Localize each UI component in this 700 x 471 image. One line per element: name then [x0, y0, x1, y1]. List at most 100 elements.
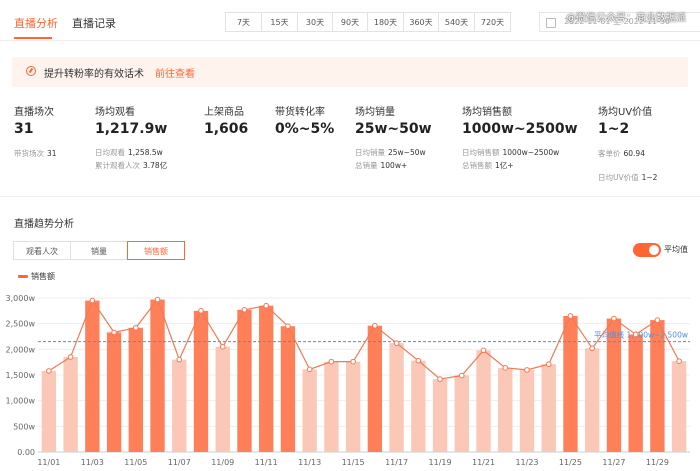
calendar-icon — [546, 18, 556, 28]
trend-point — [89, 297, 96, 304]
trend-point — [67, 354, 74, 360]
trend-point — [241, 307, 248, 313]
metric-sub-daily-views: 日均观看 1,258.5w — [95, 148, 163, 157]
trend-point — [393, 340, 400, 346]
bar — [106, 332, 122, 452]
trend-point — [111, 329, 117, 336]
range-540d-button[interactable]: 540天 — [438, 12, 475, 32]
bar — [85, 300, 100, 452]
y-tick-label: 0.00 — [17, 448, 35, 457]
tab-live-analysis[interactable]: 直播分析 — [14, 15, 58, 31]
bar — [41, 370, 57, 452]
bar — [389, 343, 404, 452]
section-divider — [0, 196, 700, 197]
y-tick-label: 2,000w — [6, 345, 36, 354]
average-toggle[interactable] — [633, 243, 661, 257]
tip-text: 提升转粉率的有效话术 — [44, 69, 144, 80]
legend-swatch — [18, 275, 28, 278]
bar — [345, 361, 361, 452]
y-tick-label: 1,000w — [6, 397, 36, 406]
range-360d-button[interactable]: 360天 — [403, 12, 439, 32]
bar — [671, 361, 687, 452]
date-range-buttons: 7天 15天 30天 90天 180天 360天 540天 720天 — [225, 12, 511, 32]
segment-revenue[interactable]: 销售额 — [127, 241, 185, 260]
trend-line — [48, 298, 680, 380]
bar — [498, 367, 513, 452]
trend-point — [676, 358, 682, 364]
bars — [41, 299, 687, 452]
y-axis: 0.00 500w 1,000w 1,500w 2,000w 2,500w 3,000w — [6, 294, 36, 457]
y-tick-label: 500w — [13, 422, 35, 431]
metric-value-uv-value: 1~2 — [598, 121, 630, 137]
bar — [150, 299, 165, 452]
trend-point — [133, 324, 139, 331]
trend-point — [654, 317, 661, 323]
range-30d-button[interactable]: 30天 — [297, 12, 333, 32]
segment-views[interactable]: 观看人次 — [13, 241, 71, 260]
trend-point — [567, 313, 574, 319]
x-tick-label: 11/07 — [168, 458, 191, 467]
x-tick-label: 11/27 — [602, 458, 625, 467]
bar — [324, 361, 339, 452]
trend-point — [46, 368, 52, 374]
metric-sub-daily-uv: 日均UV价值 1~2 — [598, 173, 658, 182]
bar — [259, 305, 274, 452]
metric-value-products: 1,606 — [204, 121, 249, 137]
segment-sales[interactable]: 销量 — [70, 241, 128, 260]
bar — [367, 325, 383, 452]
y-tick-label: 1,500w — [6, 371, 36, 380]
trend-point — [437, 376, 443, 382]
bar — [411, 360, 426, 452]
trend-point — [459, 372, 465, 379]
trend-section-title: 直播趋势分析 — [14, 219, 74, 230]
y-tick-label: 2,500w — [6, 320, 36, 329]
bar — [302, 369, 317, 452]
x-tick-label: 11/15 — [342, 458, 365, 467]
range-720d-button[interactable]: 720天 — [474, 12, 511, 32]
x-tick-label: 11/13 — [298, 458, 321, 467]
range-90d-button[interactable]: 90天 — [332, 12, 368, 32]
trend-point — [632, 331, 639, 338]
trend-point — [219, 343, 226, 350]
bar — [476, 350, 491, 452]
trend-point — [198, 308, 204, 314]
trend-point — [415, 357, 422, 364]
metric-sub-unit-price: 客单价 60.94 — [598, 149, 645, 158]
bar — [585, 348, 600, 452]
range-7d-button[interactable]: 7天 — [225, 12, 262, 32]
range-15d-button[interactable]: 15天 — [261, 12, 298, 32]
metric-value-conversion: 0%~5% — [275, 121, 335, 137]
x-tick-label: 11/03 — [81, 458, 104, 467]
bar — [519, 369, 535, 452]
metric-label-products: 上架商品 — [204, 107, 244, 118]
watermark-text: @微信公众号：商业数据派 — [566, 13, 686, 24]
x-tick-label: 11/29 — [646, 458, 669, 467]
trend-point — [372, 322, 378, 329]
metric-value-sessions: 31 — [14, 121, 34, 137]
metric-sub-total-views: 累计观看人次 3.78亿 — [95, 161, 168, 170]
trend-point — [502, 365, 509, 371]
active-tab-indicator — [14, 37, 52, 39]
metric-value-avg-sales: 25w~50w — [355, 121, 432, 137]
x-tick-label: 11/23 — [515, 458, 538, 467]
trend-point — [545, 361, 552, 368]
trend-point — [328, 358, 335, 365]
trend-point — [524, 367, 530, 373]
range-180d-button[interactable]: 180天 — [367, 12, 404, 32]
bar — [541, 364, 556, 452]
bar — [237, 309, 252, 452]
bar — [63, 357, 78, 452]
x-axis: 11/01 11/03 11/05 11/07 11/09 11/11 11/13 11/15… — [37, 458, 669, 467]
metric-label-conversion: 带货转化率 — [275, 107, 325, 118]
bar — [628, 334, 643, 452]
trend-point — [480, 347, 487, 354]
metric-sub-sessions: 带货场次 31 — [14, 149, 57, 158]
header-divider — [0, 40, 700, 41]
metric-segmented-control: 观看人次 销量 销售额 — [13, 241, 185, 260]
tab-live-records[interactable]: 直播记录 — [72, 15, 116, 31]
tip-link[interactable]: 前往查看 — [155, 65, 195, 80]
legend-label: 销售额 — [31, 272, 55, 281]
metric-sub-daily-revenue: 日均销售额 1000w~2500w — [462, 148, 560, 157]
trend-point — [263, 302, 270, 309]
trend-point — [176, 356, 183, 363]
